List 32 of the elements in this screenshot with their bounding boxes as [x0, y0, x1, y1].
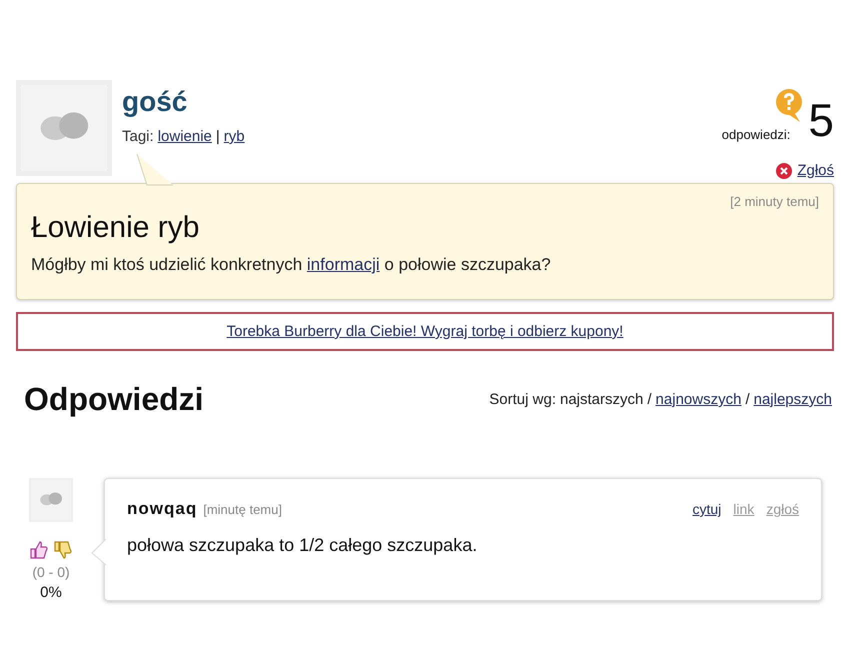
tag-link[interactable]: ryb [224, 128, 245, 145]
sort-link[interactable]: najnowszych [656, 391, 742, 408]
question-title: Łowienie ryb [31, 211, 200, 245]
avatar-icon [16, 80, 112, 176]
tags-label: Tagi: [122, 128, 154, 145]
sort-label: Sortuj wg: [489, 391, 556, 408]
action-link[interactable]: cytuj [692, 501, 722, 517]
thumbs-up-icon[interactable] [29, 540, 49, 560]
tag-link[interactable]: lowienie [158, 128, 212, 145]
close-icon [776, 162, 792, 178]
report-link[interactable]: Zgłoś [797, 162, 834, 179]
question-text: Mógłby mi ktoś udzielić konkretnych informacji o połowie szczupaka? [31, 255, 552, 275]
author-name: gość [122, 86, 188, 118]
answers-label: odpowiedzi: [722, 127, 790, 142]
sort-link[interactable]: najlepszych [754, 391, 832, 408]
question-bubble-icon [774, 88, 804, 124]
info-link[interactable]: informacji [306, 255, 380, 274]
separator: | [216, 128, 220, 145]
answers-count: 5 [808, 98, 834, 142]
ad-link[interactable]: Torebka Burberry dla Ciebie! Wygraj torbę i odbierz kupony! [226, 323, 624, 340]
sort-option[interactable]: najstarszych [560, 391, 644, 408]
separator: / [647, 391, 652, 408]
answer-author: nowqaq [127, 499, 198, 519]
vote-score: (0 - 0) [32, 564, 70, 580]
avatar-icon [29, 478, 73, 522]
answer-time: [minutę temu] [203, 502, 282, 517]
vote-percent: 0% [40, 584, 62, 601]
section-title: Odpowiedzi [24, 381, 204, 418]
timestamp: [2 minuty temu] [729, 194, 819, 209]
separator: / [745, 391, 750, 408]
thumbs-down-icon[interactable] [53, 540, 73, 560]
answer-text: połowa szczupaka to 1/2 całego szczupaka. [127, 535, 478, 556]
